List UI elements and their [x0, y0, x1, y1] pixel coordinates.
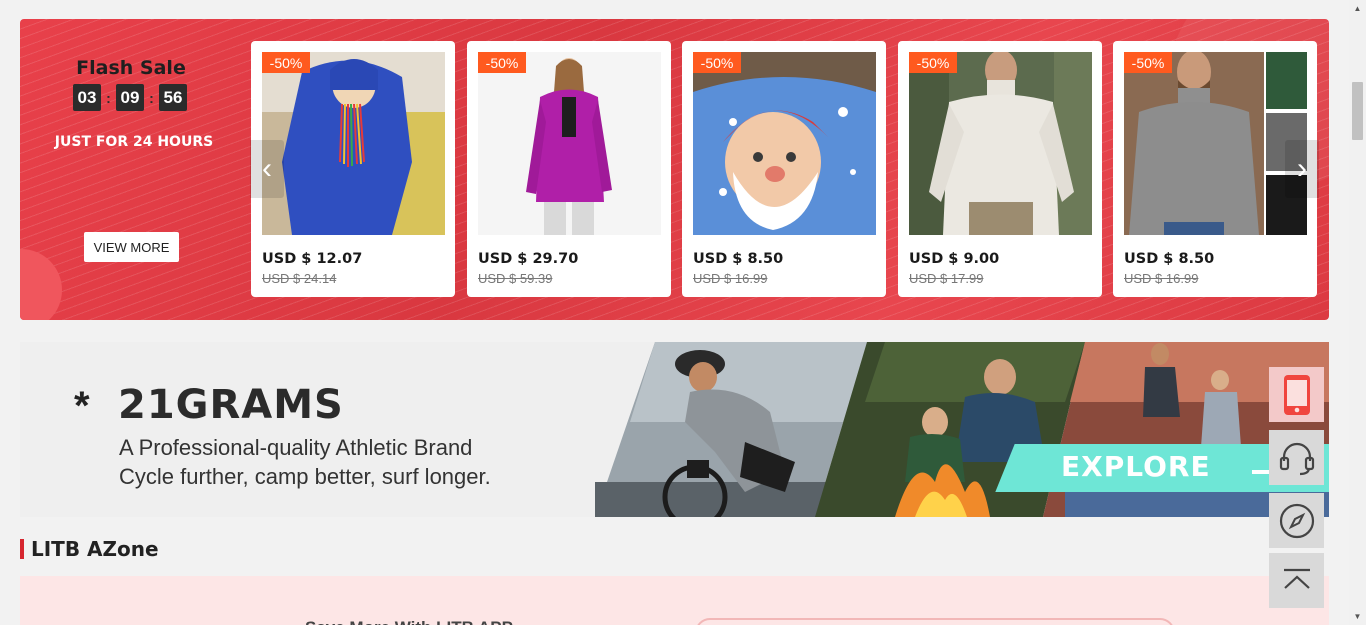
product-price: USD $ 29.70	[478, 251, 579, 267]
chevron-left-icon: ‹	[262, 152, 272, 185]
product-price: USD $ 8.50	[693, 251, 784, 267]
countdown-separator: :	[149, 89, 154, 106]
original-price: USD $ 17.99	[909, 271, 984, 286]
original-price: USD $ 16.99	[1124, 271, 1199, 286]
headset-icon	[1279, 442, 1314, 475]
brand-logo-star: *	[74, 384, 90, 428]
arrow-up-icon	[1283, 568, 1310, 589]
countdown-separator: :	[106, 89, 111, 106]
carousel-next-button[interactable]: ›	[1285, 140, 1319, 198]
explore-nav-button[interactable]	[1269, 493, 1324, 548]
product-card[interactable]: -50% USD $ 9.00 USD $ 17.99	[898, 41, 1102, 297]
mobile-phone-icon	[1283, 374, 1310, 415]
azone-input-pill[interactable]	[695, 618, 1175, 625]
product-card[interactable]: -50% USD $ 8.50 USD $ 16.99	[682, 41, 886, 297]
discount-badge: -50%	[478, 52, 526, 73]
product-price: USD $ 8.50	[1124, 251, 1215, 267]
mobile-app-button[interactable]	[1269, 367, 1324, 422]
countdown-hours: 03	[73, 84, 101, 111]
section-accent-bar	[20, 539, 24, 559]
flash-sale-subtitle: JUST FOR 24 HOURS	[54, 134, 214, 150]
discount-badge: -50%	[262, 52, 310, 73]
brand-banner[interactable]: * 21GRAMS A Professional-quality Athleti…	[20, 342, 1329, 517]
product-image[interactable]	[478, 52, 661, 235]
back-to-top-button[interactable]	[1269, 553, 1324, 608]
scroll-up-arrow-icon[interactable]: ▲	[1349, 0, 1366, 17]
product-image[interactable]	[909, 52, 1092, 235]
scroll-down-arrow-icon[interactable]: ▼	[1349, 608, 1366, 625]
brand-tagline: A Professional-quality Athletic Brand	[119, 435, 473, 460]
countdown-seconds: 56	[159, 84, 187, 111]
original-price: USD $ 16.99	[693, 271, 768, 286]
product-image[interactable]	[262, 52, 445, 235]
original-price: USD $ 59.39	[478, 271, 553, 286]
product-price: USD $ 9.00	[909, 251, 1000, 267]
compass-icon	[1279, 503, 1314, 538]
product-price: USD $ 12.07	[262, 251, 363, 267]
countdown-timer: 03 : 09 : 56	[73, 84, 187, 111]
flash-sale-title: Flash Sale	[76, 57, 186, 79]
chevron-right-icon: ›	[1297, 152, 1307, 185]
product-image[interactable]	[1124, 52, 1307, 235]
section-title: LITB AZone	[31, 537, 159, 561]
countdown-minutes: 09	[116, 84, 144, 111]
brand-slogan: Cycle further, camp better, surf longer.	[119, 464, 491, 489]
azone-promo-text: Save More With LITB APP	[305, 616, 535, 625]
discount-badge: -50%	[909, 52, 957, 73]
original-price: USD $ 24.14	[262, 271, 337, 286]
brand-title: 21GRAMS	[118, 382, 344, 428]
customer-support-button[interactable]	[1269, 430, 1324, 485]
page-scrollbar[interactable]: ▲ ▼	[1349, 0, 1366, 625]
view-more-button[interactable]: VIEW MORE	[84, 232, 179, 262]
azone-panel: Save More With LITB APP	[20, 576, 1329, 625]
flash-sale-banner: Flash Sale 03 : 09 : 56 JUST FOR 24 HOUR…	[20, 19, 1329, 320]
carousel-prev-button[interactable]: ‹	[250, 140, 284, 198]
scrollbar-thumb[interactable]	[1352, 82, 1363, 140]
product-image[interactable]	[693, 52, 876, 235]
explore-button[interactable]: EXPLORE	[1061, 450, 1211, 483]
product-card[interactable]: -50% USD $ 29.70 USD $ 59.39	[467, 41, 671, 297]
discount-badge: -50%	[1124, 52, 1172, 73]
discount-badge: -50%	[693, 52, 741, 73]
